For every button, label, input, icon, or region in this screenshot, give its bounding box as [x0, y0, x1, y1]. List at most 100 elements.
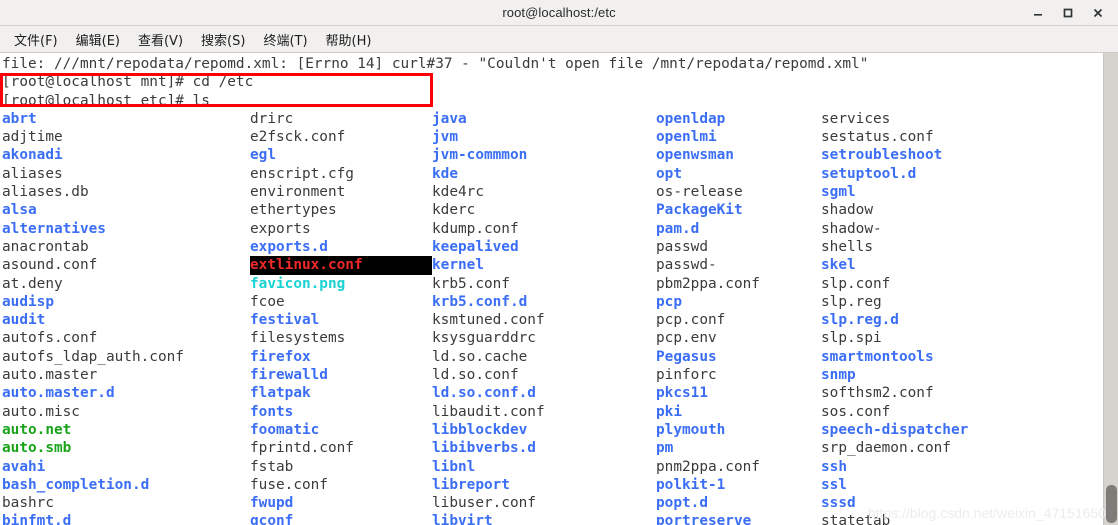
menu-item-edit[interactable]: 编辑(E)	[68, 27, 128, 52]
file-entry: ksysguarddrc	[432, 330, 536, 347]
file-entry: foomatic	[250, 421, 320, 438]
terminal-scrollbar[interactable]	[1103, 53, 1118, 525]
file-entry: statetab	[821, 513, 891, 525]
file-listing: abrt drirc java openldap services adjtime e2fs…	[2, 110, 1103, 525]
file-listing-row: avahi fstab libnl pnm2ppa.conf ssh	[2, 458, 1103, 476]
file-listing-row: at.deny favicon.png krb5.conf pbm2ppa.conf s…	[2, 275, 1103, 293]
file-listing-row: abrt drirc java openldap services	[2, 110, 1103, 128]
maximize-icon	[1062, 7, 1074, 19]
file-listing-row: auto.master.d flatpak ld.so.conf.d pkcs11 so…	[2, 384, 1103, 402]
file-entry: adjtime	[2, 129, 63, 146]
file-entry: kde	[432, 165, 458, 182]
file-entry: Pegasus	[656, 348, 717, 365]
terminal-prompt-line-ls: [root@localhost etc]# ls	[2, 92, 210, 109]
terminal-window: root@localhost:/etc 文件(F) 编辑(E) 查看(V) 搜索…	[0, 0, 1118, 525]
file-entry: libaudit.conf	[432, 403, 545, 420]
file-entry: pam.d	[656, 220, 700, 237]
file-entry: autofs.conf	[2, 330, 98, 347]
file-entry: libblockdev	[432, 421, 528, 438]
menu-item-file[interactable]: 文件(F)	[6, 27, 66, 52]
file-entry: at.deny	[2, 275, 63, 292]
scrollbar-thumb[interactable]	[1106, 485, 1117, 523]
file-entry: openlmi	[656, 129, 717, 146]
file-entry: kernel	[432, 257, 484, 274]
file-entry: asound.conf	[2, 257, 98, 274]
menu-item-search[interactable]: 搜索(S)	[193, 27, 253, 52]
file-entry: sgml	[821, 184, 856, 201]
file-listing-row: asound.conf extlinux.conf kernel passwd-ske…	[2, 256, 1103, 275]
file-entry: openldap	[656, 110, 726, 127]
file-entry: speech-dispatcher	[821, 421, 969, 438]
file-listing-row: bash_completion.d fuse.conf libreport polki…	[2, 476, 1103, 494]
file-entry: anacrontab	[2, 238, 89, 255]
maximize-button[interactable]	[1054, 1, 1082, 25]
file-entry: softhsm2.conf	[821, 385, 934, 402]
file-entry: sos.conf	[821, 403, 891, 420]
file-entry: keepalived	[432, 238, 519, 255]
file-entry: autofs_ldap_auth.conf	[2, 348, 184, 365]
file-entry: filesystems	[250, 330, 346, 347]
file-listing-row: aliases.db environment kde4rc os-release sgm…	[2, 183, 1103, 201]
file-entry: pcp.env	[656, 330, 717, 347]
file-listing-row: aliases enscript.cfg kde opt setuptool.d	[2, 165, 1103, 183]
file-listing-row: auto.smb fprintd.conf libibverbs.d pm srp_da…	[2, 439, 1103, 457]
file-entry: avahi	[2, 458, 46, 475]
file-entry: slp.spi	[821, 330, 882, 347]
file-entry: pcp.conf	[656, 312, 726, 329]
file-entry: pnm2ppa.conf	[656, 458, 760, 475]
file-entry: auto.master	[2, 367, 98, 384]
file-entry: ld.so.cache	[432, 348, 528, 365]
file-entry: fonts	[250, 403, 294, 420]
file-entry: auto.net	[2, 421, 72, 438]
file-entry: environment	[250, 184, 346, 201]
file-entry: pki	[656, 403, 682, 420]
terminal-prompt-line-cd: [root@localhost mnt]# cd /etc	[2, 74, 254, 91]
file-listing-row: auto.master firewalld ld.so.conf pinforc snm…	[2, 366, 1103, 384]
file-entry: audisp	[2, 293, 54, 310]
file-entry: ld.so.conf	[432, 367, 519, 384]
file-listing-row: bashrc fwupd libuser.conf popt.d sssd	[2, 494, 1103, 512]
file-entry: akonadi	[2, 147, 63, 164]
file-entry: gconf	[250, 513, 294, 525]
file-entry: exports.d	[250, 238, 328, 255]
file-entry: alsa	[2, 202, 37, 219]
file-entry: ssh	[821, 458, 847, 475]
file-entry: passwd-	[656, 257, 717, 274]
file-entry: jvm	[432, 129, 458, 146]
file-entry: slp.conf	[821, 275, 891, 292]
file-entry: libvirt	[432, 513, 493, 525]
file-entry: pbm2ppa.conf	[656, 275, 760, 292]
file-entry: shadow	[821, 202, 873, 219]
file-listing-row: akonadi egl jvm-commmon openwsman setroubles…	[2, 146, 1103, 164]
terminal-error-line: file: ///mnt/repodata/repomd.xml: [Errno…	[2, 56, 869, 72]
title-bar: root@localhost:/etc	[0, 0, 1118, 26]
file-entry: os-release	[656, 184, 743, 201]
file-entry: enscript.cfg	[250, 165, 354, 182]
terminal-output[interactable]: file: ///mnt/repodata/repomd.xml: [Errno…	[0, 53, 1103, 525]
file-entry: fwupd	[250, 495, 294, 512]
file-listing-row: anacrontab exports.d keepalived passwd shell…	[2, 238, 1103, 256]
menu-item-terminal[interactable]: 终端(T)	[255, 27, 315, 52]
file-entry: kde4rc	[432, 184, 484, 201]
file-listing-row: alsa ethertypes kderc PackageKit shadow	[2, 201, 1103, 219]
file-entry: festival	[250, 312, 320, 329]
file-entry: bashrc	[2, 495, 54, 512]
close-button[interactable]	[1084, 1, 1112, 25]
file-entry: ssl	[821, 476, 847, 493]
file-entry: alternatives	[2, 220, 106, 237]
menu-bar: 文件(F) 编辑(E) 查看(V) 搜索(S) 终端(T) 帮助(H)	[0, 26, 1118, 53]
file-entry: plymouth	[656, 421, 726, 438]
minimize-button[interactable]	[1024, 1, 1052, 25]
file-entry: fuse.conf	[250, 476, 328, 493]
menu-item-view[interactable]: 查看(V)	[130, 27, 191, 52]
file-listing-row: autofs_ldap_auth.conf firefox ld.so.cache P…	[2, 348, 1103, 366]
window-title: root@localhost:/etc	[502, 5, 616, 20]
file-entry: fprintd.conf	[250, 440, 354, 457]
file-entry: setuptool.d	[821, 165, 917, 182]
file-entry: kderc	[432, 202, 476, 219]
file-entry: PackageKit	[656, 202, 743, 219]
menu-item-help[interactable]: 帮助(H)	[318, 27, 380, 52]
file-entry: favicon.png	[250, 275, 346, 292]
file-entry: srp_daemon.conf	[821, 440, 951, 457]
file-entry: ethertypes	[250, 202, 337, 219]
